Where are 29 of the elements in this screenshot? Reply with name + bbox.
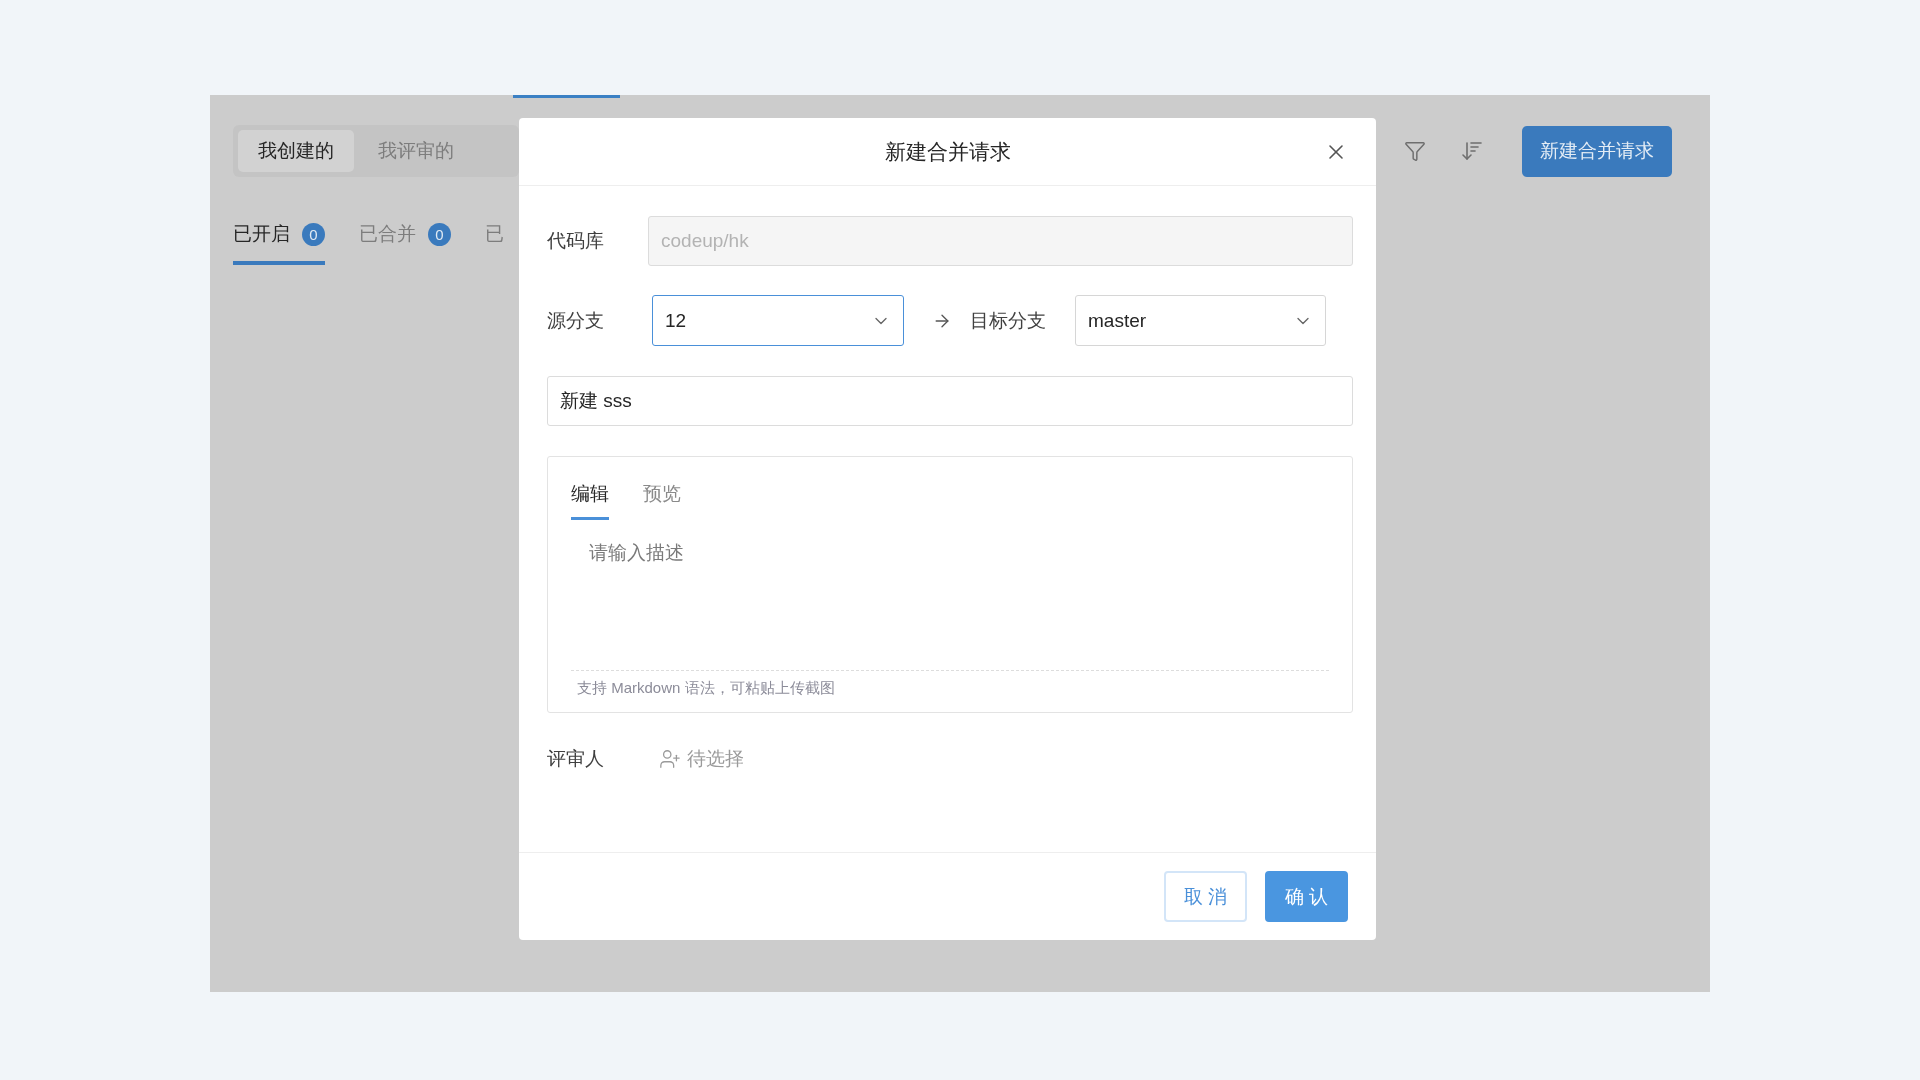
count-badge: 0 <box>428 222 451 246</box>
editor-tab[interactable]: 预览 <box>643 481 681 520</box>
status-tab[interactable]: 已 <box>485 211 504 265</box>
count-badge: 0 <box>302 222 325 246</box>
confirm-button[interactable]: 确 认 <box>1265 871 1348 922</box>
description-field[interactable]: 请输入描述 <box>571 520 1329 670</box>
status-tab[interactable]: 已合并 0 <box>359 211 451 265</box>
status-tab-label: 已开启 <box>233 222 290 246</box>
cancel-button[interactable]: 取 消 <box>1164 871 1247 922</box>
field-label: 评审人 <box>547 747 605 771</box>
user-plus-icon <box>659 748 681 770</box>
status-tab-label: 已合并 <box>359 222 416 246</box>
field-label: 目标分支 <box>970 308 1047 333</box>
status-tab-label: 已 <box>485 222 504 246</box>
reviewer-picker[interactable]: 待选择 <box>659 746 744 772</box>
filter-icon[interactable] <box>1404 140 1426 162</box>
sort-icon[interactable] <box>1460 139 1484 163</box>
dialog-title: 新建合并请求 <box>884 138 1011 165</box>
target-branch-select[interactable]: master <box>1075 295 1326 346</box>
segment-tab[interactable]: 我创建的 <box>238 130 354 172</box>
segment-tab[interactable]: 我评审的 <box>358 130 474 172</box>
editor-tab[interactable]: 编辑 <box>571 481 609 520</box>
status-tab[interactable]: 已开启 0 <box>233 211 325 265</box>
source-branch-select[interactable]: 12 <box>652 295 904 346</box>
field-label: 代码库 <box>547 229 605 253</box>
markdown-hint: 支持 Markdown 语法，可粘贴上传截图 <box>571 670 1329 712</box>
title-field[interactable]: 新建 sss <box>547 376 1353 426</box>
field-label: 源分支 <box>547 308 605 333</box>
new-merge-request-button[interactable]: 新建合并请求 <box>1522 125 1672 177</box>
